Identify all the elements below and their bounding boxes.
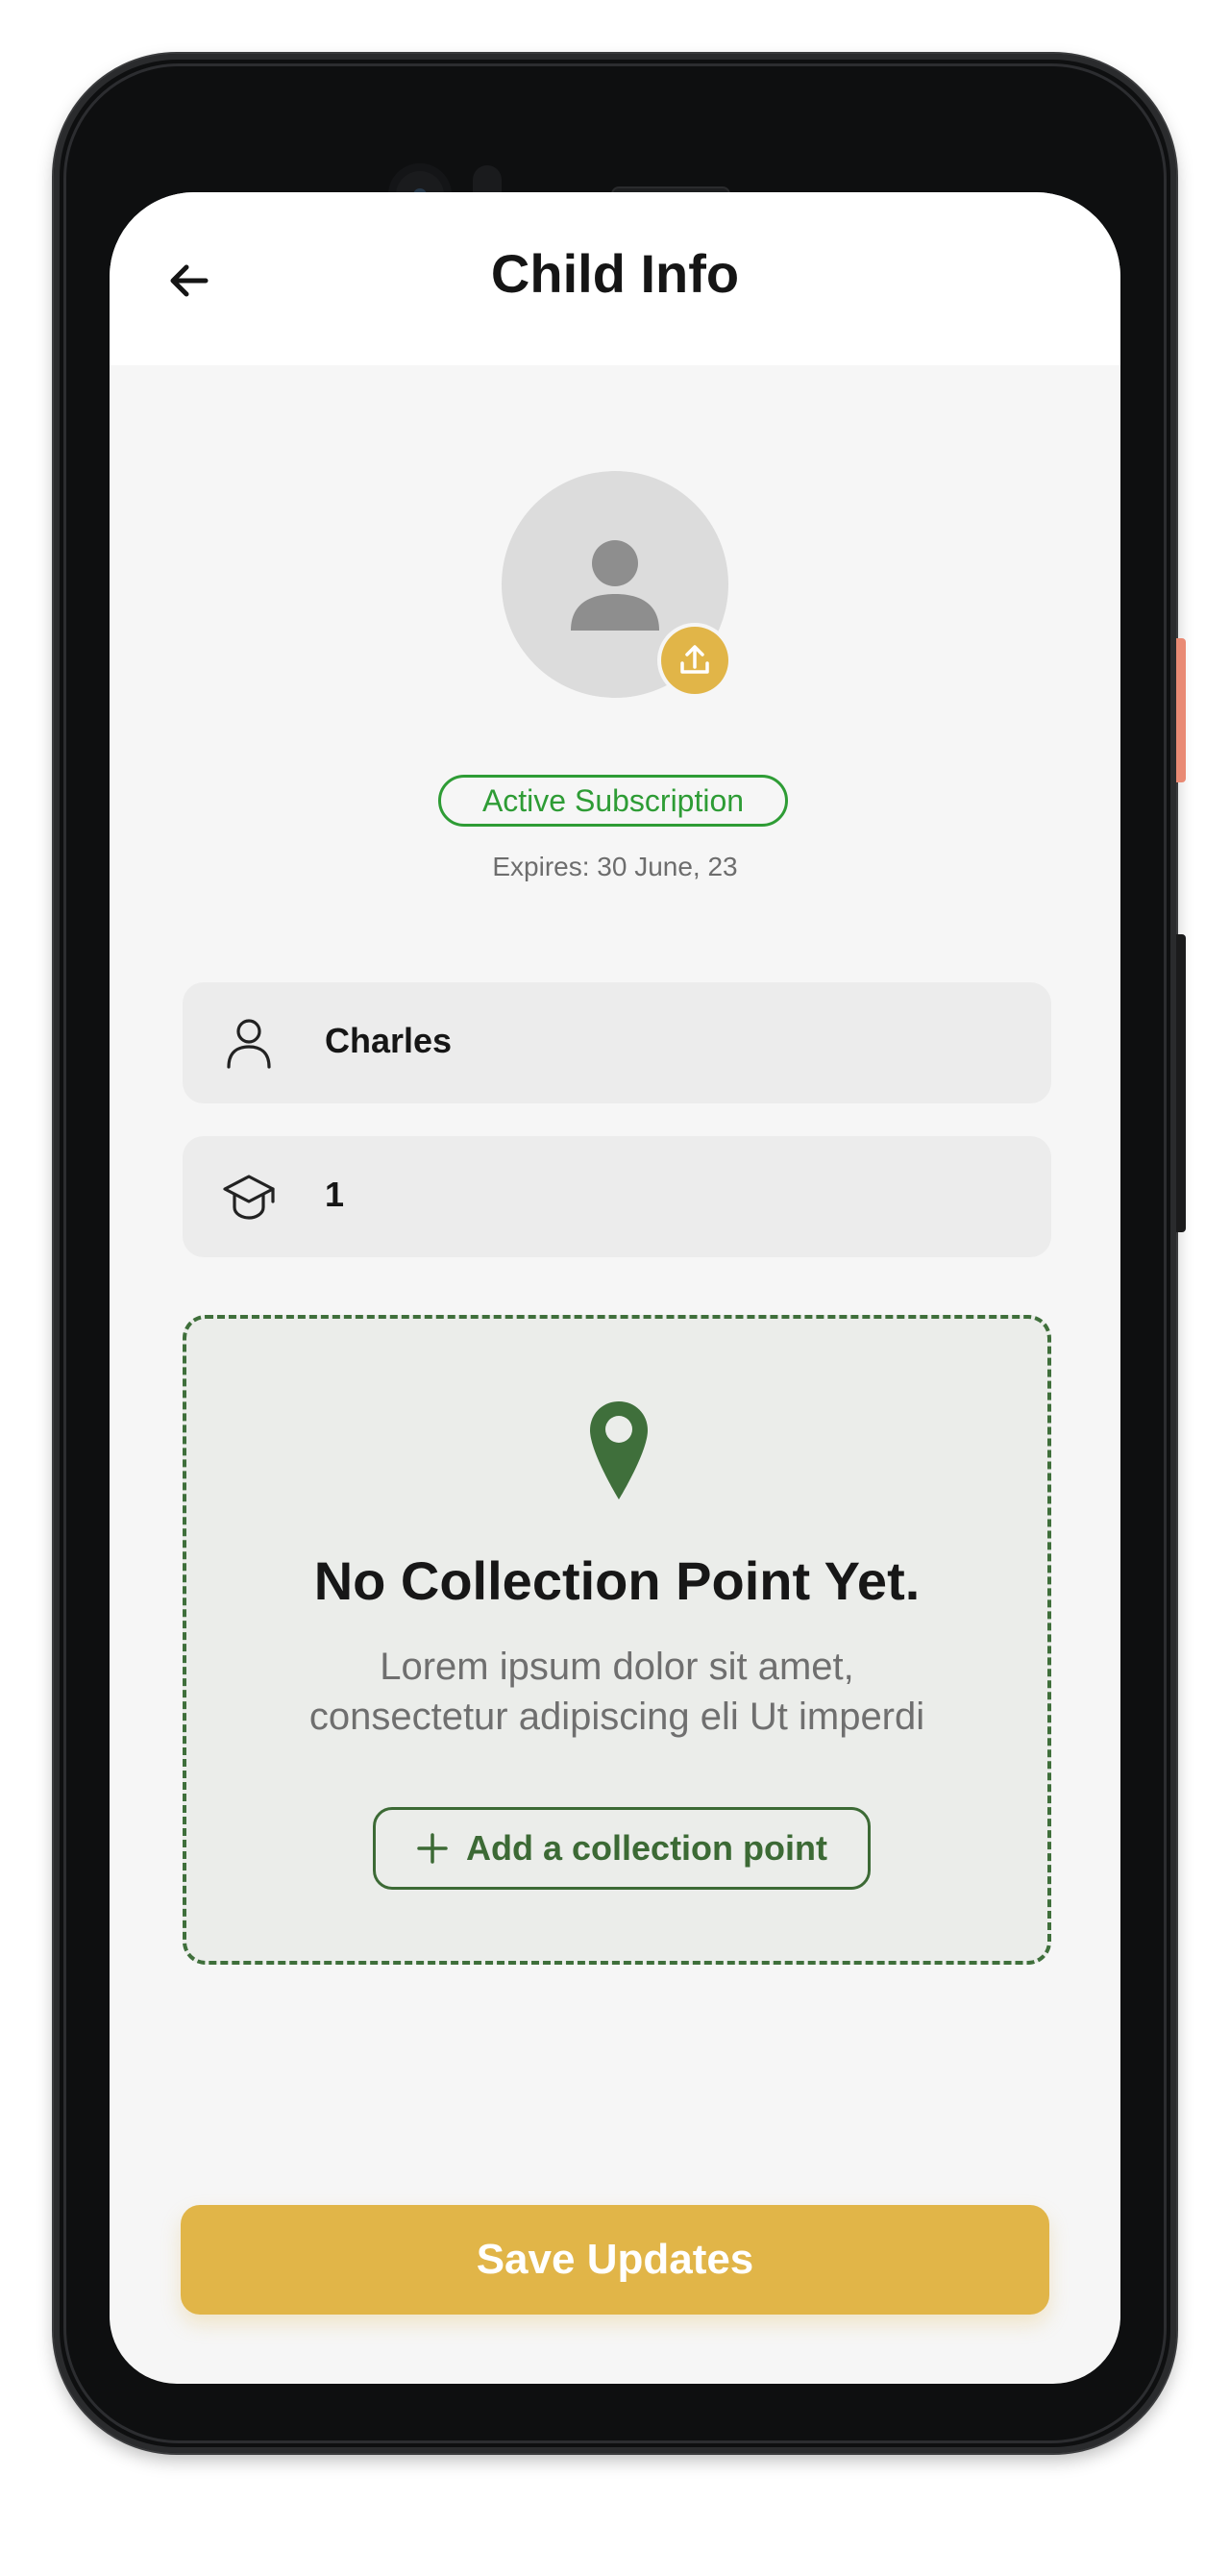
plus-icon bbox=[417, 1833, 448, 1864]
name-field[interactable]: Charles bbox=[183, 982, 1051, 1103]
upload-icon bbox=[680, 645, 709, 674]
collection-point-empty-state: No Collection Point Yet. Lorem ipsum dol… bbox=[183, 1315, 1051, 1965]
page-title: Child Info bbox=[490, 243, 740, 304]
avatar-person-icon bbox=[571, 540, 659, 631]
description-line-2: consectetur adipiscing eli Ut imperdi bbox=[308, 1696, 925, 1738]
empty-state-description: Lorem ipsum dolor sit amet, consectetur … bbox=[225, 1642, 1009, 1742]
location-pin-icon bbox=[590, 1401, 648, 1499]
subscription-expiry: Expires: 30 June, 23 bbox=[492, 852, 738, 881]
app-header: Child Info bbox=[110, 192, 1120, 365]
description-line-1: Lorem ipsum dolor sit amet, bbox=[380, 1646, 854, 1688]
add-collection-point-label: Add a collection point bbox=[466, 1828, 827, 1868]
upload-photo-button[interactable] bbox=[661, 627, 728, 694]
graduation-cap-icon bbox=[223, 1175, 275, 1220]
grade-field[interactable]: 1 bbox=[183, 1136, 1051, 1257]
app-screen: Child Info Active Subscription Expires: … bbox=[110, 192, 1120, 2384]
volume-button bbox=[1176, 934, 1186, 1232]
empty-state-title: No Collection Point Yet. bbox=[313, 1550, 921, 1611]
grade-value: 1 bbox=[325, 1175, 345, 1214]
status-badge: Active Subscription bbox=[438, 775, 788, 827]
person-icon bbox=[227, 1019, 271, 1069]
save-updates-button[interactable]: Save Updates bbox=[181, 2205, 1049, 2315]
add-collection-point-button[interactable]: Add a collection point bbox=[373, 1807, 871, 1890]
name-value: Charles bbox=[325, 1021, 453, 1060]
power-button bbox=[1176, 638, 1186, 782]
